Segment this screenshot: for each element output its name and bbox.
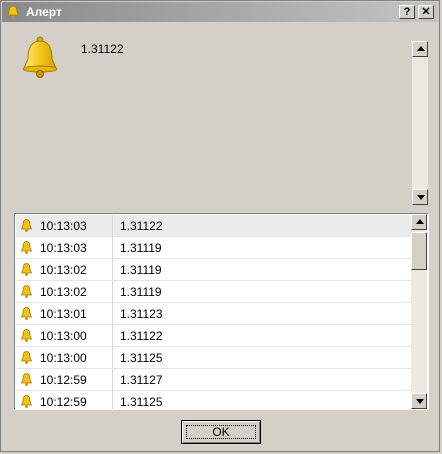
- time-cell: 10:13:02: [16, 281, 113, 302]
- alert-time: 10:13:02: [40, 263, 87, 277]
- alert-message: 1.31122: [81, 42, 124, 56]
- title-bar[interactable]: Алерт ? ✕: [2, 2, 438, 22]
- scroll-down-button[interactable]: [412, 189, 428, 205]
- alert-value: 1.31119: [120, 241, 162, 255]
- history-rows: 10:13:03 1.31122 10:13:03 1.31119 10:13:02 1.…: [16, 215, 411, 409]
- alert-value: 1.31127: [120, 373, 163, 387]
- table-row[interactable]: 10:12:59 1.31125: [16, 391, 411, 409]
- time-cell: 10:13:00: [16, 347, 113, 368]
- bell-icon: [20, 307, 33, 320]
- alert-dialog: Алерт ? ✕ 1.31122 10:13:03 1.31122 10:13:0…: [0, 0, 440, 452]
- alert-value: 1.31122: [120, 219, 163, 233]
- scroll-down-button[interactable]: [411, 393, 427, 409]
- table-row[interactable]: 10:13:02 1.31119: [16, 259, 411, 281]
- arrow-up-icon: [417, 46, 425, 51]
- table-row[interactable]: 10:13:01 1.31123: [16, 303, 411, 325]
- alert-value: 1.31123: [120, 307, 163, 321]
- table-row[interactable]: 10:13:00 1.31122: [16, 325, 411, 347]
- scroll-up-button[interactable]: [411, 214, 427, 230]
- close-button[interactable]: ✕: [418, 5, 434, 19]
- bell-icon: [20, 351, 33, 364]
- alert-value: 1.31119: [120, 263, 162, 277]
- time-cell: 10:12:59: [16, 369, 113, 390]
- alert-time: 10:13:03: [40, 219, 87, 233]
- alert-time: 10:13:00: [40, 351, 87, 365]
- alert-time: 10:13:01: [40, 307, 87, 321]
- alert-time: 10:13:00: [40, 329, 87, 343]
- bell-icon: [20, 219, 33, 232]
- time-cell: 10:13:02: [16, 259, 113, 280]
- scroll-thumb[interactable]: [411, 232, 427, 270]
- alert-time: 10:12:59: [40, 373, 87, 387]
- history-scrollbar[interactable]: [411, 214, 427, 409]
- alert-value: 1.31125: [120, 395, 163, 409]
- window-title: Алерт: [26, 5, 62, 19]
- table-row[interactable]: 10:12:59 1.31127: [16, 369, 411, 391]
- ok-button[interactable]: OK: [181, 420, 261, 444]
- bell-icon: [20, 285, 33, 298]
- bell-icon: [20, 241, 33, 254]
- time-cell: 10:13:03: [16, 237, 113, 258]
- arrow-down-icon: [417, 195, 425, 200]
- table-row[interactable]: 10:13:02 1.31119: [16, 281, 411, 303]
- bell-icon: [20, 395, 33, 408]
- message-scrollbar[interactable]: [412, 41, 428, 205]
- table-row[interactable]: 10:13:03 1.31119: [16, 237, 411, 259]
- table-row[interactable]: 10:13:03 1.31122: [16, 215, 411, 237]
- alert-value: 1.31119: [120, 285, 162, 299]
- bell-icon: [7, 5, 19, 18]
- time-cell: 10:12:59: [16, 391, 113, 409]
- time-cell: 10:13:01: [16, 303, 113, 324]
- table-row[interactable]: 10:13:00 1.31125: [16, 347, 411, 369]
- alert-value: 1.31122: [120, 329, 163, 343]
- scroll-up-button[interactable]: [412, 41, 428, 57]
- time-cell: 10:13:03: [16, 215, 113, 236]
- bell-icon: [20, 263, 33, 276]
- ok-button-label: OK: [212, 425, 230, 439]
- alert-value: 1.31125: [120, 351, 163, 365]
- help-button[interactable]: ?: [399, 5, 415, 19]
- alert-time: 10:13:03: [40, 241, 87, 255]
- alert-time: 10:13:02: [40, 285, 87, 299]
- time-cell: 10:13:00: [16, 325, 113, 346]
- bell-icon: [20, 329, 33, 342]
- arrow-down-icon: [416, 399, 424, 404]
- alert-history-list[interactable]: 10:13:03 1.31122 10:13:03 1.31119 10:13:02 1.…: [14, 213, 429, 410]
- alert-time: 10:12:59: [40, 395, 87, 409]
- arrow-up-icon: [416, 219, 424, 224]
- bell-icon: [20, 373, 33, 386]
- bell-icon: [22, 36, 58, 78]
